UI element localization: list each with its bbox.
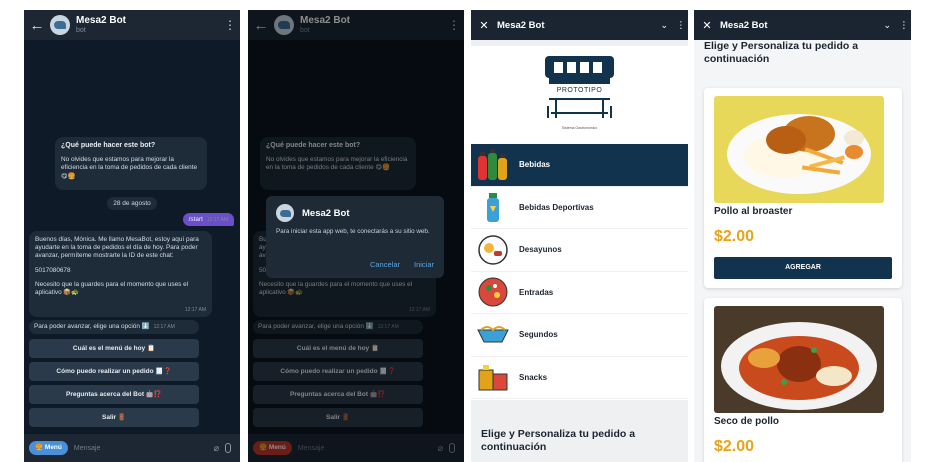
- message-input[interactable]: Mensaje: [74, 445, 100, 452]
- microphone-icon[interactable]: [225, 443, 231, 453]
- product-image: [714, 96, 884, 203]
- kb-button-exit[interactable]: Salir 🚪: [29, 408, 199, 427]
- category-label: Bebidas Deportivas: [519, 202, 594, 212]
- product-card: Seco de pollo $2.00: [704, 298, 902, 462]
- dialog-title: Mesa2 Bot: [302, 207, 350, 219]
- product-card: Pollo al broaster $2.00 AGREGAR: [704, 88, 902, 288]
- product-price: $2.00: [714, 438, 755, 455]
- category-list: Bebidas Bebidas Deportivas Desayunos Ent…: [471, 144, 688, 400]
- bot-name: Mesa2 Bot: [76, 15, 127, 26]
- product-price: $2.00: [714, 228, 755, 245]
- attach-icon[interactable]: ⌀: [214, 443, 219, 454]
- chevron-down-icon[interactable]: ⌄: [660, 20, 668, 31]
- options-bubble: Para poder avanzar, elige una opción ⬇️ 1…: [29, 320, 199, 334]
- telegram-chat-screen: ← Mesa2 Bot bot ⋮ ¿Qué puede hacer este …: [24, 10, 240, 462]
- webapp-header: ✕ Mesa2 Bot ⌄ ⋮: [471, 10, 688, 40]
- close-icon[interactable]: ✕: [471, 19, 497, 32]
- category-label: Bebidas: [519, 160, 551, 170]
- breakfast-icon: [478, 235, 508, 265]
- telegram-dialog-screen: ← Mesa2 Bot bot ⋮ ¿Qué puede hacer este …: [248, 10, 464, 462]
- logo-subtext: Sistema Gastronómico: [561, 126, 598, 130]
- webapp-header: ✕ Mesa2 Bot ⌄ ⋮: [694, 10, 911, 40]
- input-bar: 🍔 Menú Mensaje ⌀: [24, 434, 240, 462]
- category-bebidas-deportivas[interactable]: Bebidas Deportivas: [471, 187, 688, 229]
- kb-button-menu[interactable]: Cuál es el menú de hoy 📋: [29, 339, 199, 358]
- close-icon[interactable]: ✕: [694, 19, 720, 32]
- webapp-products-screen: ✕ Mesa2 Bot ⌄ ⋮ Elige y Personaliza tu p…: [694, 10, 911, 462]
- more-options-icon[interactable]: ⋮: [897, 20, 911, 31]
- dialog-message: Para iniciar esta app web, te conectarás…: [276, 228, 430, 235]
- chevron-down-icon[interactable]: ⌄: [883, 20, 891, 31]
- intro-title: ¿Qué puede hacer este bot?: [61, 142, 156, 149]
- category-desayunos[interactable]: Desayunos: [471, 229, 688, 272]
- product-name: Pollo al broaster: [714, 206, 793, 217]
- kb-button-order[interactable]: Cómo puedo realizar un pedido 🧾❓: [29, 362, 199, 381]
- outgoing-message: /start 12:17 AM: [182, 213, 234, 226]
- chat-id: 5017080678: [35, 266, 71, 274]
- category-label: Snacks: [519, 372, 548, 382]
- more-options-icon[interactable]: ⋮: [220, 18, 240, 32]
- product-name: Seco de pollo: [714, 416, 780, 427]
- save-time: 12:17 AM: [184, 306, 206, 313]
- starters-icon: [478, 277, 508, 307]
- drinks-icon: [478, 148, 507, 180]
- webapp-categories-screen: ✕ Mesa2 Bot ⌄ ⋮ PROTOTIPO Sistema Gastro…: [471, 10, 688, 462]
- category-snacks[interactable]: Snacks: [471, 357, 688, 399]
- bot-avatar: [276, 204, 294, 222]
- chat-header: ← Mesa2 Bot bot ⋮: [24, 10, 240, 40]
- back-arrow-icon[interactable]: ←: [24, 17, 50, 34]
- outgoing-text: /start: [188, 216, 203, 223]
- section-title: Elige y Personaliza tu pedido a continua…: [481, 428, 636, 453]
- greeting-text: Buenos días, Mónica. Me llamo MesaBot, e…: [35, 236, 199, 260]
- category-label: Entradas: [519, 287, 554, 297]
- category-bebidas[interactable]: Bebidas: [471, 144, 688, 187]
- more-options-icon[interactable]: ⋮: [674, 20, 688, 31]
- outgoing-time: 12:17 AM: [206, 217, 228, 223]
- bot-intro-bubble: ¿Qué puede hacer este bot? No olvides qu…: [55, 137, 207, 190]
- section-title: Elige y Personaliza tu pedido a continua…: [704, 40, 859, 65]
- product-image: [714, 306, 884, 413]
- category-label: Segundos: [519, 330, 558, 340]
- save-text: Necesito que la guardes para el momento …: [35, 280, 189, 297]
- web-app-dialog: Mesa2 Bot Para iniciar esta app web, te …: [266, 196, 444, 278]
- snacks-icon: [478, 365, 508, 391]
- options-text: Para poder avanzar, elige una opción ⬇️: [34, 323, 150, 330]
- bot-avatar[interactable]: [50, 15, 70, 35]
- category-segundos[interactable]: Segundos: [471, 314, 688, 357]
- kb-button-faq[interactable]: Preguntas acerca del Bot 🤖⁉️: [29, 385, 199, 404]
- category-label: Desayunos: [519, 245, 562, 255]
- logo-area: PROTOTIPO Sistema Gastronómico: [471, 46, 688, 144]
- menu-button[interactable]: 🍔 Menú: [29, 441, 68, 455]
- webapp-title: Mesa2 Bot: [720, 19, 768, 31]
- intro-text: No olvides que estamos para mejorar la e…: [61, 156, 198, 180]
- bot-subtitle: bot: [76, 27, 86, 34]
- greeting-bubble: Buenos días, Mónica. Me llamo MesaBot, e…: [29, 231, 212, 317]
- add-button[interactable]: AGREGAR: [714, 257, 892, 279]
- options-time: 12:17 AM: [153, 324, 175, 330]
- logo-text: PROTOTIPO: [556, 87, 603, 94]
- sports-drink-icon: [487, 193, 499, 223]
- webapp-title: Mesa2 Bot: [497, 19, 545, 31]
- main-course-icon: [477, 325, 509, 343]
- start-button[interactable]: Iniciar: [414, 260, 434, 269]
- cancel-button[interactable]: Cancelar: [370, 260, 400, 269]
- category-entradas[interactable]: Entradas: [471, 272, 688, 314]
- date-separator: 28 de agosto: [107, 197, 157, 210]
